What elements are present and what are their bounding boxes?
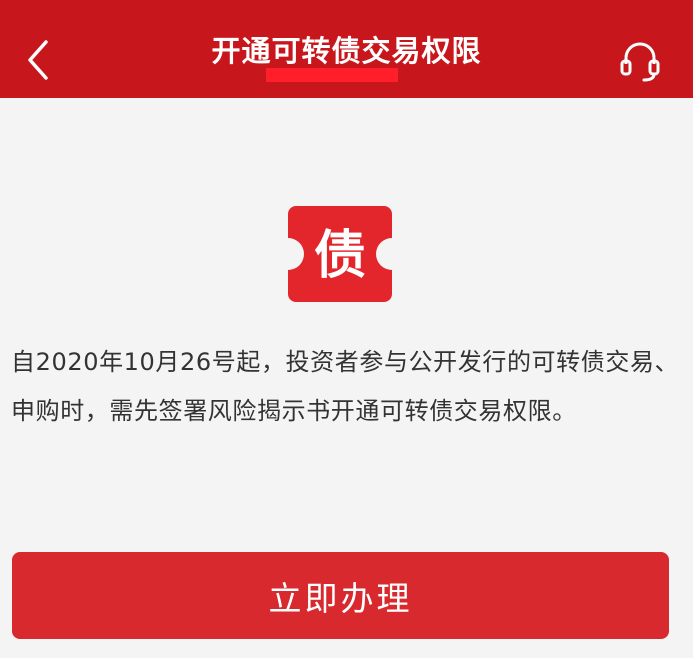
- customer-service-button[interactable]: [614, 38, 666, 86]
- redaction-bar: [266, 68, 398, 82]
- notice-text: 自2020年10月26号起，投资者参与公开发行的可转债交易、申购时，需先签署风险…: [11, 348, 680, 425]
- page-title: 开通可转债交易权限: [211, 34, 482, 68]
- bond-icon: 债: [288, 206, 392, 302]
- headset-icon: [620, 42, 660, 82]
- app-header: 开通可转债交易权限: [0, 0, 693, 98]
- bond-glyph: 债: [314, 226, 366, 286]
- apply-now-button[interactable]: 立即办理: [12, 552, 669, 639]
